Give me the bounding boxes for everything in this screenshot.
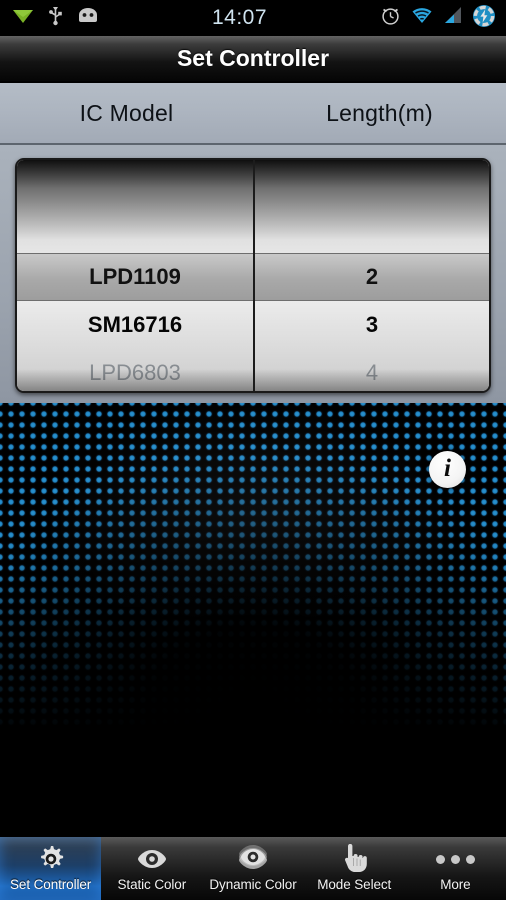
bottom-tab-bar: Set Controller Static Color Dynamic Colo… [0, 836, 506, 900]
tab-static-color[interactable]: Static Color [101, 837, 202, 900]
tab-mode-select[interactable]: Mode Select [304, 837, 405, 900]
tab-more[interactable]: More [405, 837, 506, 900]
info-button[interactable]: i [429, 451, 466, 488]
length-wheel[interactable]: 2 3 4 [255, 160, 489, 391]
tab-label-static-color: Static Color [117, 877, 187, 892]
pointing-hand-icon [341, 843, 368, 875]
location-triangle-icon [12, 7, 34, 30]
eye-icon [135, 843, 169, 875]
column-header-length: Length(m) [326, 99, 433, 126]
status-bar-center: 14:07 [99, 6, 380, 30]
tab-set-controller[interactable]: Set Controller [0, 837, 102, 900]
length-option-2[interactable]: 2 [255, 253, 489, 301]
gear-icon [36, 843, 66, 875]
tab-dynamic-color[interactable]: Dynamic Color [202, 837, 303, 900]
phone-screen: 14:07 Set Controller IC Model Length(m) … [0, 0, 506, 900]
info-icon: i [444, 455, 451, 482]
ic-model-option-lpd6803[interactable]: LPD6803 [17, 349, 253, 391]
usb-icon [48, 6, 63, 31]
length-blank-row [255, 160, 489, 253]
status-bar-left-icons [0, 6, 99, 31]
controller-picker[interactable]: LPD1109 SM16716 LPD6803 2 3 4 [15, 158, 491, 393]
ic-model-option-sm16716[interactable]: SM16716 [17, 301, 253, 349]
column-header-ic-model: IC Model [79, 99, 174, 126]
title-bar: Set Controller [0, 36, 506, 82]
status-clock: 14:07 [211, 6, 268, 29]
length-option-3[interactable]: 3 [255, 301, 489, 349]
ic-model-blank-row [17, 160, 253, 253]
battery-charging-icon [472, 4, 496, 33]
android-debug-icon [77, 7, 99, 29]
cell-signal-icon [443, 6, 463, 30]
wifi-icon [410, 6, 434, 30]
alarm-clock-icon [380, 5, 401, 31]
ic-model-wheel[interactable]: LPD1109 SM16716 LPD6803 [17, 160, 255, 391]
three-dots-icon [435, 843, 475, 875]
led-dot-grid [0, 403, 506, 729]
layered-eye-icon [236, 843, 270, 875]
ic-model-option-lpd1109[interactable]: LPD1109 [17, 253, 253, 301]
status-bar-right-icons [380, 4, 506, 33]
tab-label-more: More [440, 877, 471, 892]
tab-label-set-controller: Set Controller [10, 877, 92, 892]
ic-model-wheel-items: LPD1109 SM16716 LPD6803 [17, 160, 253, 391]
tab-label-dynamic-color: Dynamic Color [209, 877, 297, 892]
status-bar: 14:07 [0, 0, 506, 36]
tab-label-mode-select: Mode Select [317, 877, 392, 892]
length-option-4[interactable]: 4 [255, 349, 489, 391]
column-header: IC Model Length(m) [0, 83, 506, 145]
length-wheel-items: 2 3 4 [255, 160, 489, 391]
page-title: Set Controller [176, 45, 330, 71]
